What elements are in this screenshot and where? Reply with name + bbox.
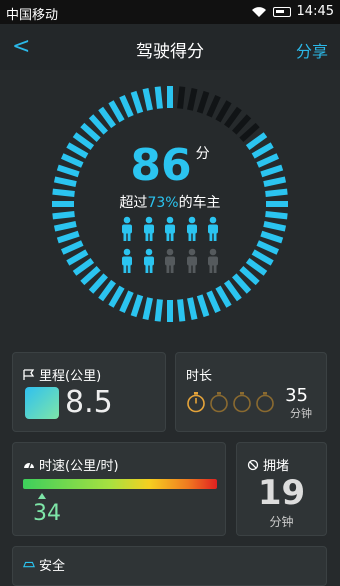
safety-card[interactable]: 安全 (12, 546, 327, 586)
gauge-tick (53, 221, 77, 232)
gauge-tick (154, 299, 163, 322)
gauge-tick (80, 266, 101, 286)
person-icon (143, 248, 154, 273)
speed-card[interactable]: 时速(公里/时) 34 (12, 442, 226, 536)
jam-label: 拥堵 (263, 459, 290, 474)
gauge-tick (108, 100, 125, 123)
gauge-tick (130, 90, 144, 114)
people-grid (120, 216, 220, 280)
gauge-tick (239, 122, 260, 142)
wifi-icon (251, 6, 266, 17)
gauge-tick (119, 290, 134, 314)
share-button[interactable]: 分享 (296, 38, 328, 62)
gauge-tick (119, 94, 134, 118)
person-icon (208, 216, 218, 241)
app-header: < 驾驶得分 分享 (0, 24, 340, 70)
mileage-card[interactable]: 里程(公里) 8.5 (12, 352, 166, 432)
gauge-tick (232, 273, 252, 294)
person-icon (122, 216, 132, 241)
person-icon (186, 216, 197, 241)
gauge-tick (88, 114, 108, 135)
status-bar: 中国移动 14:45 (0, 0, 340, 24)
clock: 14:45 (296, 4, 334, 19)
flag-icon (23, 368, 35, 380)
mileage-label: 里程(公里) (39, 369, 102, 384)
person-icon (165, 216, 175, 241)
gauge-tick (66, 249, 89, 266)
speed-marker (38, 493, 47, 499)
speed-label: 时速(公里/时) (39, 459, 119, 474)
person-icon (186, 248, 197, 273)
gauge-tick (177, 299, 186, 322)
person-icon (143, 216, 154, 241)
safety-label: 安全 (39, 559, 66, 574)
gauge-tick (98, 279, 116, 302)
gauge-tick (130, 294, 144, 318)
gauge-tick (251, 249, 274, 266)
gauge-tick (60, 240, 84, 255)
percentile-text: 超过73%的车主 (119, 195, 221, 211)
score-value: 86 (130, 140, 192, 191)
person-icon (122, 248, 132, 273)
person-icon (165, 248, 175, 273)
gauge-tick (154, 86, 163, 109)
gauge-tick (108, 285, 125, 308)
stopwatch-icon (210, 392, 228, 413)
stopwatch-icon (233, 392, 251, 413)
gauge-tick (206, 290, 221, 314)
gauge-tick (72, 258, 95, 276)
speed-value: 34 (33, 501, 61, 526)
timer-icons (186, 391, 275, 413)
duration-unit: 分钟 (290, 407, 312, 420)
person-icon (208, 248, 218, 273)
stopwatch-icon (256, 392, 274, 413)
gauge-tick (224, 106, 242, 129)
gauge-tick (142, 297, 153, 321)
mileage-swatch (25, 387, 59, 419)
page-title: 驾驶得分 (136, 42, 204, 62)
gauge-tick (239, 266, 260, 286)
car-icon (23, 561, 35, 567)
jam-unit: 分钟 (269, 515, 294, 529)
speed-bar (23, 479, 217, 489)
gauge-tick (187, 87, 198, 111)
duration-value: 35 (285, 385, 308, 406)
stopwatch-icon (187, 392, 205, 413)
jam-value: 19 (257, 473, 306, 513)
gauge-tick (265, 211, 288, 220)
gauge-tick (142, 87, 153, 111)
duration-card[interactable]: 时长 35 分钟 (175, 352, 327, 432)
gauge-tick (80, 122, 101, 142)
no-entry-icon (247, 459, 259, 470)
gauge-tick (215, 100, 232, 123)
gauge-tick (245, 258, 268, 276)
speedometer-icon (24, 462, 34, 468)
gauge-tick (215, 285, 232, 308)
gauge-tick (196, 294, 210, 318)
gauge-tick (52, 211, 75, 220)
gauge-tick (196, 90, 210, 114)
gauge-tick (263, 221, 287, 232)
gauge-tick (224, 279, 242, 302)
duration-label: 时长 (186, 369, 213, 384)
gauge-tick (177, 86, 186, 109)
gauge-tick (256, 240, 280, 255)
score-unit: 分 (195, 146, 210, 162)
jam-card[interactable]: 拥堵 19 分钟 (236, 442, 327, 536)
gauge-tick (232, 114, 252, 135)
gauge-tick (88, 273, 108, 294)
battery-icon (272, 6, 291, 17)
gauge-tick (98, 106, 116, 129)
gauge-tick (260, 230, 284, 244)
carrier-label: 中国移动 (6, 8, 59, 23)
gauge-tick (206, 94, 221, 118)
percentile-value: 73% (147, 195, 179, 211)
gauge-tick (187, 297, 198, 321)
mileage-value: 8.5 (65, 385, 113, 420)
gauge-tick (56, 230, 80, 244)
